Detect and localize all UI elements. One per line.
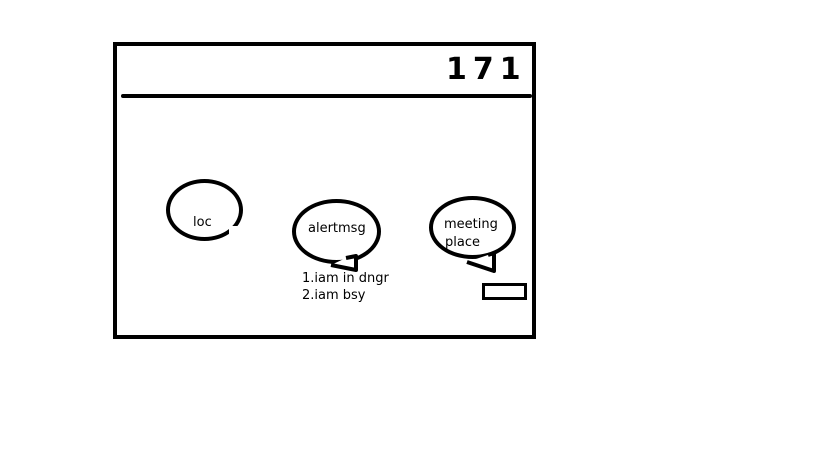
loc-label: loc [193, 215, 212, 230]
small-action-button[interactable] [482, 283, 527, 300]
alert-message-options: 1.iam in dngr 2.iam bsy [302, 270, 389, 304]
loc-bubble-opening [229, 226, 245, 242]
emergency-number: 171 [446, 52, 527, 87]
header-divider [121, 94, 532, 98]
alert-option-danger[interactable]: 1.iam in dngr [302, 270, 389, 287]
sketch-screen: 171 loc alertmsg meeting place 1.iam in … [0, 0, 817, 460]
alert-option-busy[interactable]: 2.iam bsy [302, 287, 389, 304]
alertmsg-label: alertmsg [308, 221, 366, 236]
meeting-place-label-line2: place [445, 235, 480, 250]
meeting-place-label-line1: meeting [444, 217, 498, 232]
